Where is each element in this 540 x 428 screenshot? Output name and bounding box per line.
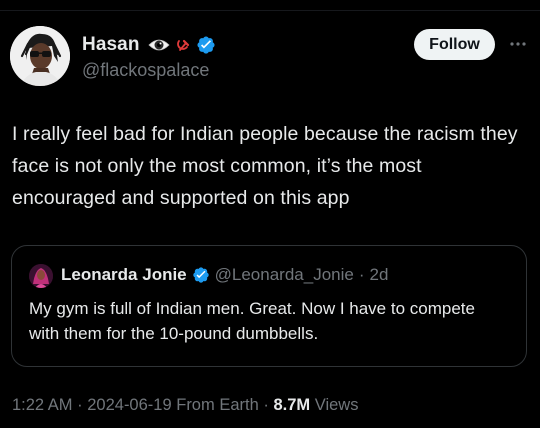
author-display-name[interactable]: Hasan (82, 34, 140, 56)
quoted-header: Leonarda Jonie @Leonarda_Jonie · 2d (61, 263, 388, 287)
hammer-sickle-icon (176, 38, 190, 52)
tweet-date[interactable]: 2024-06-19 (87, 396, 171, 414)
avatar-image (10, 26, 70, 86)
tweet-detail: Hasan @flackospalace Follow I really fee… (0, 0, 540, 428)
tweet-text: I really feel bad for Indian people beca… (12, 123, 518, 209)
quoted-avatar-image (29, 264, 53, 288)
quoted-tweet-text: My gym is full of Indian men. Great. Now… (29, 299, 475, 343)
tweet-location: From Earth (176, 396, 259, 414)
verified-badge-icon (196, 35, 216, 55)
views-label: Views (314, 396, 359, 414)
quoted-handle: @Leonarda_Jonie (214, 265, 354, 284)
follow-button[interactable]: Follow (414, 29, 495, 60)
author-handle[interactable]: @flackospalace (82, 60, 209, 81)
quoted-separator: · (358, 265, 365, 284)
quoted-author-avatar[interactable] (29, 264, 53, 288)
author-name-row: Hasan (82, 32, 216, 58)
more-options-button[interactable] (507, 33, 529, 55)
meta-separator: · (263, 396, 269, 414)
eye-emoji-icon (147, 37, 170, 53)
more-horizontal-icon (510, 42, 526, 46)
quoted-timestamp[interactable]: 2d (370, 265, 389, 285)
tweet-meta: 1:22 AM · 2024-06-19 From Earth · 8.7M V… (12, 396, 358, 415)
quoted-display-name[interactable]: Leonarda Jonie (61, 265, 187, 285)
author-avatar[interactable] (10, 26, 70, 86)
views-count[interactable]: 8.7M (273, 396, 310, 414)
tweet-time[interactable]: 1:22 AM (12, 396, 73, 414)
quoted-verified-badge-icon (192, 266, 210, 284)
quoted-tweet[interactable]: Leonarda Jonie @Leonarda_Jonie · 2d My g… (11, 245, 527, 367)
meta-separator: · (77, 396, 83, 414)
divider (0, 10, 540, 11)
